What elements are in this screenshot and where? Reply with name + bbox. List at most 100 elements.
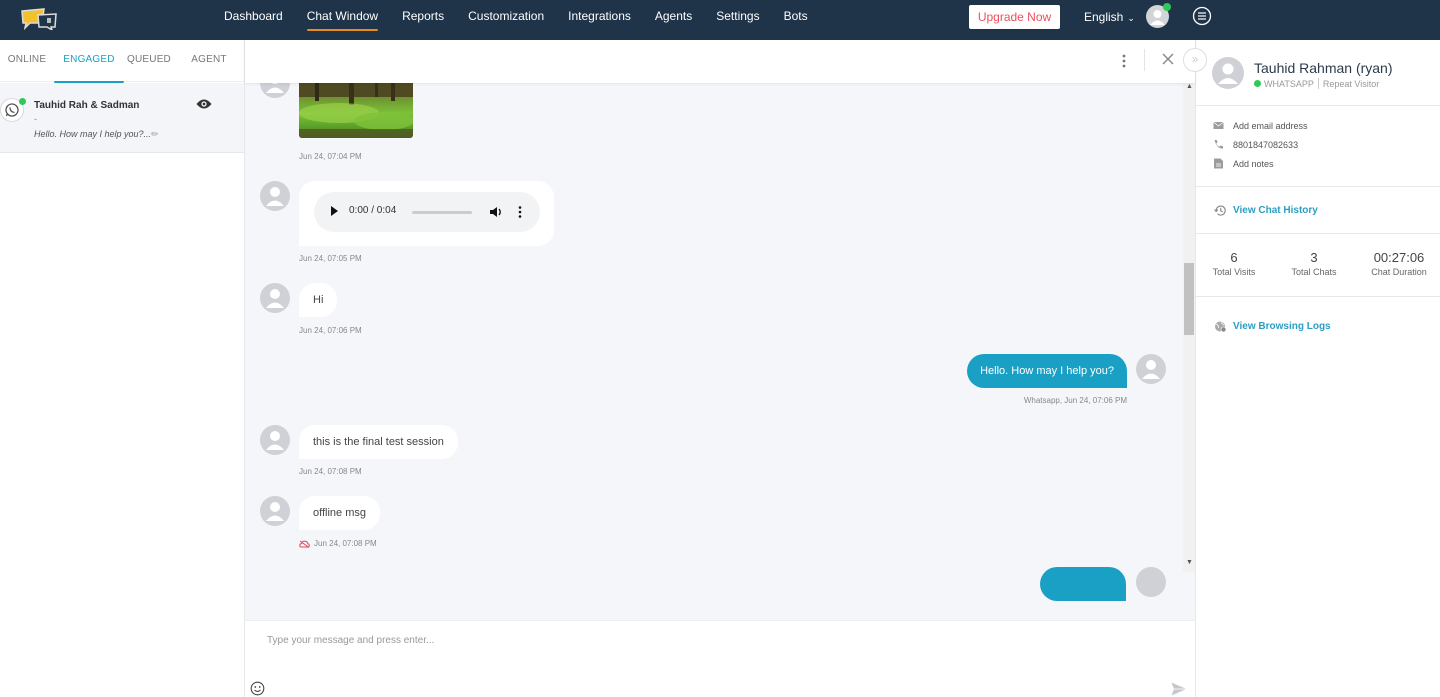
message-list: Jun 24, 07:04 PM 0:00 / 0:04 Jun 24, 07:… — [245, 83, 1183, 610]
stat-label: Total Chats — [1291, 267, 1337, 277]
message-timestamp: Jun 24, 07:06 PM — [299, 326, 362, 335]
tab-queued[interactable]: QUEUED — [124, 40, 174, 82]
user-icon — [266, 502, 284, 521]
stat-value: 6 — [1230, 250, 1238, 265]
message-status-row: Jun 24, 07:08 PM — [299, 539, 377, 548]
user-icon — [266, 289, 284, 308]
visitor-avatar — [1212, 57, 1244, 89]
message-timestamp: Jun 24, 07:08 PM — [314, 539, 377, 548]
audio-more-options-icon[interactable] — [516, 205, 524, 219]
audio-progress-slider[interactable] — [412, 211, 472, 214]
conversation-preview: Hello. How may I help you?...✏ — [34, 129, 159, 140]
visitor-avatar — [260, 283, 290, 313]
scroll-up-arrow-icon[interactable]: ▲ — [1186, 83, 1193, 90]
visitor-type: Repeat Visitor — [1322, 78, 1380, 89]
more-options-icon[interactable] — [1119, 53, 1129, 69]
eye-icon[interactable] — [196, 98, 212, 110]
collapse-panel-button[interactable]: » — [1183, 48, 1207, 72]
mail-icon — [1213, 121, 1224, 129]
agent-message-bubble: Hello. How may I help you? — [967, 354, 1127, 388]
nav-settings[interactable]: Settings — [704, 0, 771, 40]
user-icon — [266, 431, 284, 450]
app-logo-icon[interactable] — [20, 8, 58, 30]
view-browsing-logs-label: View Browsing Logs — [1233, 321, 1331, 332]
message-timestamp: Jun 24, 07:08 PM — [299, 467, 362, 476]
main-nav: Dashboard Chat Window Reports Customizat… — [212, 0, 820, 40]
pencil-icon: ✏ — [151, 129, 159, 139]
volume-icon[interactable] — [489, 205, 503, 219]
visitor-channel-row: WHATSAPP Repeat Visitor — [1254, 78, 1379, 89]
double-chevron-right-icon: » — [1191, 52, 1199, 66]
nav-reports[interactable]: Reports — [390, 0, 456, 40]
stat-total-visits: 6 Total Visits — [1208, 250, 1260, 277]
stat-value: 00:27:06 — [1373, 250, 1425, 265]
stat-label: Chat Duration — [1371, 267, 1427, 277]
tab-online[interactable]: ONLINE — [0, 40, 54, 82]
divider — [1144, 49, 1145, 71]
divider — [1196, 296, 1440, 297]
audio-message: 0:00 / 0:04 — [299, 181, 554, 246]
message-timestamp: Jun 24, 07:04 PM — [299, 152, 362, 161]
audio-time: 0:00 / 0:04 — [349, 205, 397, 216]
divider — [1196, 233, 1440, 234]
play-icon[interactable] — [331, 206, 338, 216]
conversation-subline: - — [34, 114, 37, 124]
message-scrollbar[interactable]: ▲ ▼ — [1183, 83, 1195, 572]
phone-field[interactable]: 8801847082633 — [1213, 139, 1298, 150]
nav-chat-window[interactable]: Chat Window — [295, 0, 390, 40]
notes-icon — [1214, 158, 1223, 169]
message-timestamp: Jun 24, 07:05 PM — [299, 254, 362, 263]
agent-avatar — [1136, 567, 1166, 597]
language-selector[interactable]: English ⌄ — [1084, 0, 1135, 34]
stat-label: Total Visits — [1212, 267, 1256, 277]
message-bubble: this is the final test session — [299, 425, 458, 459]
chat-header — [245, 40, 1195, 83]
view-chat-history-label: View Chat History — [1233, 205, 1318, 216]
stat-total-chats: 3 Total Chats — [1286, 250, 1342, 277]
visitor-avatar — [260, 425, 290, 455]
message-input[interactable] — [267, 629, 1147, 651]
divider — [1196, 105, 1440, 106]
stat-value: 3 — [1310, 250, 1318, 265]
phone-icon — [1214, 140, 1223, 149]
language-label: English — [1084, 10, 1124, 24]
forest-image — [299, 83, 413, 138]
nav-agents[interactable]: Agents — [643, 0, 704, 40]
view-chat-history-link[interactable]: View Chat History — [1214, 204, 1318, 217]
agent-message-bubble-partial — [1040, 567, 1126, 601]
user-icon — [1142, 360, 1160, 379]
emoji-icon[interactable] — [250, 681, 265, 696]
user-icon — [266, 187, 284, 206]
chevron-down-icon: ⌄ — [1127, 13, 1135, 23]
chat-window: » Jun 24, 07:04 PM 0:00 / 0:04 Jun 24, 0… — [245, 40, 1207, 697]
scroll-down-arrow-icon[interactable]: ▼ — [1186, 559, 1193, 566]
conversation-item[interactable]: Tauhid Rah & Sadman - Hello. How may I h… — [0, 83, 244, 153]
tab-engaged[interactable]: ENGAGED — [54, 40, 124, 83]
divider — [1317, 78, 1319, 89]
image-attachment[interactable] — [299, 83, 413, 138]
conversation-list-panel: ONLINE ENGAGED QUEUED AGENT Tauhid Rah &… — [0, 40, 245, 697]
tab-agent[interactable]: AGENT — [174, 40, 244, 82]
menu-list-icon[interactable] — [1192, 6, 1212, 26]
nav-bots[interactable]: Bots — [772, 0, 820, 40]
online-status-dot — [19, 98, 26, 105]
visitor-avatar — [260, 83, 290, 98]
send-icon[interactable] — [1171, 682, 1187, 696]
email-field[interactable]: Add email address — [1213, 120, 1308, 131]
close-icon[interactable] — [1161, 52, 1175, 66]
agent-avatar — [1136, 354, 1166, 384]
user-icon — [1218, 63, 1238, 84]
visitor-name: Tauhid Rahman (ryan) — [1254, 60, 1393, 76]
email-placeholder: Add email address — [1233, 120, 1308, 131]
nav-dashboard[interactable]: Dashboard — [212, 0, 295, 40]
upgrade-now-button[interactable]: Upgrade Now — [969, 5, 1060, 29]
scrollbar-thumb[interactable] — [1184, 263, 1194, 335]
nav-integrations[interactable]: Integrations — [556, 0, 643, 40]
notes-field[interactable]: Add notes — [1213, 158, 1274, 169]
message-bubble: Hi — [299, 283, 338, 317]
nav-customization[interactable]: Customization — [456, 0, 556, 40]
audio-player[interactable]: 0:00 / 0:04 — [314, 192, 540, 232]
user-icon — [266, 83, 284, 93]
view-browsing-logs-link[interactable]: View Browsing Logs — [1214, 320, 1331, 333]
message-composer — [245, 620, 1195, 697]
